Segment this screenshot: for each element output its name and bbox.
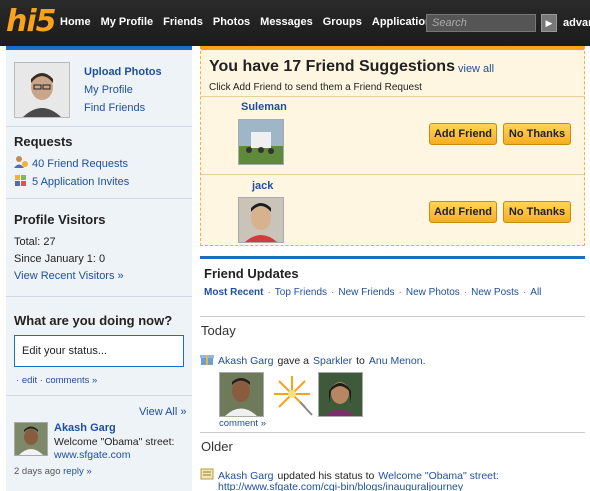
nav-groups[interactable]: Groups (323, 16, 362, 28)
friend-request-icon (14, 156, 28, 171)
app-invites-label: 5 Application Invites (32, 175, 130, 188)
friend-updates-title: Friend Updates (204, 266, 299, 281)
status-comments-link[interactable]: comments » (46, 375, 98, 386)
friend-avatar[interactable] (14, 422, 48, 456)
update-filters: Most Recent · Top Friends · New Friends · N… (204, 287, 542, 298)
filter-all[interactable]: All (530, 287, 541, 298)
nav-messages[interactable]: Messages (260, 16, 313, 28)
nav-home[interactable]: Home (60, 16, 91, 28)
divider (201, 174, 584, 175)
divider (6, 198, 192, 199)
search-go-button[interactable]: ▶ (541, 14, 557, 32)
suggestions-subtitle: Click Add Friend to send them a Friend R… (209, 82, 422, 93)
app-invite-icon (14, 174, 28, 189)
my-profile-link[interactable]: My Profile (84, 84, 194, 96)
gift-item-link[interactable]: Sparkler (313, 355, 352, 367)
main-nav: Home My Profile Friends Photos Messages … (60, 16, 438, 28)
gift-verb: gave a (277, 354, 309, 367)
suggestions-title: You have 17 Friend Suggestions (209, 58, 455, 75)
filter-top-friends[interactable]: Top Friends (275, 287, 327, 298)
comment-link[interactable]: comment » (219, 418, 266, 429)
recipient-photo[interactable] (318, 372, 363, 417)
friend-status-text: Welcome "Obama" street: (54, 436, 175, 448)
divider (6, 126, 192, 127)
gift-update: Akash Garg gave a Sparkler to Anu Menon. (200, 352, 425, 369)
requests-title: Requests (14, 134, 73, 149)
view-recent-visitors-link[interactable]: View Recent Visitors » (14, 270, 124, 282)
upload-photos-link[interactable]: Upload Photos (84, 66, 194, 78)
divider (6, 395, 192, 396)
profile-links: Upload Photos My Profile Find Friends (84, 66, 194, 120)
status-edit-link[interactable]: edit (22, 375, 37, 386)
filter-most-recent[interactable]: Most Recent (204, 287, 263, 298)
sender-photo[interactable] (219, 372, 264, 417)
app-invites-link[interactable]: 5 Application Invites (14, 174, 129, 189)
status-note-icon (200, 467, 214, 484)
suggestion-name[interactable]: jack (252, 180, 273, 192)
nav-friends[interactable]: Friends (163, 16, 203, 28)
status-input[interactable]: Edit your status... (14, 335, 184, 367)
sidebar: Upload Photos My Profile Find Friends Re… (6, 46, 192, 491)
sparkler-image[interactable] (270, 372, 315, 417)
friend-name-link[interactable]: Akash Garg (54, 422, 116, 434)
suggestion-photo[interactable] (238, 119, 284, 165)
nav-photos[interactable]: Photos (213, 16, 250, 28)
add-friend-button[interactable]: Add Friend (429, 201, 497, 223)
today-header: Today (200, 316, 585, 338)
actor-link[interactable]: Akash Garg (218, 355, 273, 367)
top-bar: hi5 Home My Profile Friends Photos Messa… (0, 0, 590, 46)
updates-top-bar (200, 256, 585, 259)
find-friends-link[interactable]: Find Friends (84, 102, 194, 114)
status-time: 2 days ago (14, 466, 61, 477)
friend-status-meta: 2 days ago reply » (14, 466, 92, 477)
divider (6, 296, 192, 297)
status-url[interactable]: http://www.sfgate.com/cgi-bin/blogs/inau… (218, 481, 463, 491)
visitors-total: Total: 27 (14, 236, 56, 248)
add-friend-button[interactable]: Add Friend (429, 123, 497, 145)
friend-requests-label: 40 Friend Requests (32, 157, 128, 170)
actor-link[interactable]: Akash Garg (218, 470, 273, 482)
status-title: What are you doing now? (14, 313, 173, 328)
older-header: Older (200, 432, 585, 454)
avatar[interactable] (14, 62, 70, 118)
search-input[interactable]: Search (426, 14, 536, 32)
hi5-logo[interactable]: hi5 (6, 4, 57, 39)
view-all-link[interactable]: View All » (139, 406, 187, 418)
profile-visitors-title: Profile Visitors (14, 212, 106, 227)
suggestion-name[interactable]: Suleman (241, 101, 287, 113)
status-url-link[interactable]: http://www.sfgate.com/cgi-bin/blogs/inau… (218, 481, 463, 491)
filter-new-photos[interactable]: New Photos (406, 287, 460, 298)
status-text-link[interactable]: Welcome "Obama" street: (378, 470, 498, 482)
suggestion-photo[interactable] (238, 197, 284, 243)
advanced-search-link[interactable]: advan (563, 17, 590, 29)
gift-to: to (356, 354, 365, 367)
friend-status-link[interactable]: www.sfgate.com (54, 449, 130, 461)
status-actions: · edit · comments » (16, 375, 98, 386)
filter-new-posts[interactable]: New Posts (471, 287, 519, 298)
nav-my-profile[interactable]: My Profile (101, 16, 154, 28)
status-verb: updated his status to (277, 469, 375, 482)
reply-link[interactable]: reply » (63, 466, 92, 477)
friend-requests-link[interactable]: 40 Friend Requests (14, 156, 128, 171)
suggestions-view-all-link[interactable]: view all (458, 63, 494, 75)
divider (201, 96, 584, 97)
visitors-since: Since January 1: 0 (14, 253, 106, 265)
no-thanks-button[interactable]: No Thanks (503, 123, 571, 145)
friend-suggestions-panel: You have 17 Friend Suggestions view all … (200, 46, 585, 246)
filter-new-friends[interactable]: New Friends (338, 287, 394, 298)
gift-icon (200, 352, 214, 369)
no-thanks-button[interactable]: No Thanks (503, 201, 571, 223)
recipient-link[interactable]: Anu Menon. (369, 355, 426, 367)
